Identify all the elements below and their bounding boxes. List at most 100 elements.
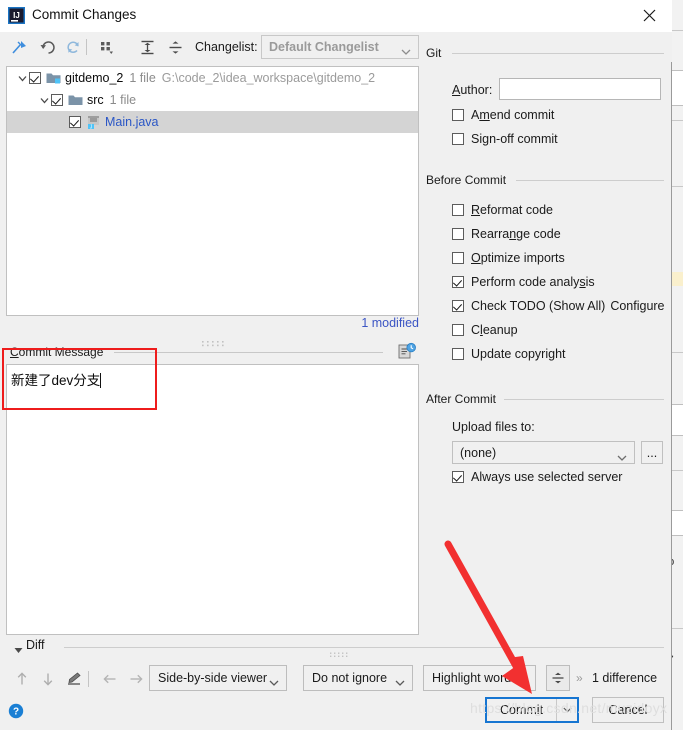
sign-off-commit-checkbox-row[interactable]: Sign-off commit — [452, 132, 558, 146]
upload-server-select[interactable]: (none) — [452, 441, 635, 464]
group-by-icon[interactable] — [98, 38, 116, 56]
chevron-down-icon — [617, 451, 627, 465]
check-todo-checkbox[interactable] — [452, 300, 464, 312]
rearrange-code-label: Rearrange code — [471, 227, 561, 241]
configure-link[interactable]: Configure — [610, 299, 664, 313]
chevron-down-icon[interactable] — [37, 96, 51, 105]
table-row[interactable]: gitdemo_2 1 file G:\code_2\idea_workspac… — [7, 67, 418, 89]
svg-text:?: ? — [13, 707, 19, 718]
diff-viewer-value: Side-by-side viewer — [158, 671, 268, 685]
next-file-icon[interactable] — [126, 669, 146, 689]
amend-commit-checkbox[interactable] — [452, 109, 464, 121]
diff-ignore-value: Do not ignore — [312, 671, 388, 685]
commit-message-label-mnemonic: C — [10, 345, 19, 359]
reformat-code-checkbox[interactable] — [452, 204, 464, 216]
cancel-button-label: Cancel — [608, 703, 648, 717]
update-copyright-checkbox[interactable] — [452, 348, 464, 360]
upload-server-value: (none) — [460, 446, 497, 460]
triangle-down-icon[interactable] — [14, 643, 23, 657]
commit-message-text: 新建了dev分支 — [11, 373, 101, 388]
cancel-button[interactable]: Cancel — [592, 697, 664, 723]
collapse-unchanged-icon[interactable] — [546, 665, 570, 691]
author-field[interactable] — [499, 78, 661, 100]
commit-message-value: 新建了dev分支 — [11, 369, 102, 389]
commit-history-icon[interactable] — [397, 342, 417, 362]
diff-toolbar-separator — [88, 671, 89, 687]
chevron-down-icon — [518, 676, 528, 690]
tree-node-label: Main.java — [105, 115, 159, 129]
revert-icon[interactable] — [38, 38, 56, 56]
table-row[interactable]: src 1 file — [7, 89, 418, 111]
commit-message-input[interactable]: 新建了dev分支 — [6, 364, 419, 635]
optimize-imports-checkbox[interactable] — [452, 252, 464, 264]
git-section-rule — [452, 53, 664, 54]
diff-splitter-handle[interactable] — [330, 647, 348, 657]
next-difference-icon[interactable] — [38, 669, 58, 689]
diff-highlight-select[interactable]: Highlight words — [423, 665, 536, 691]
changed-files-tree[interactable]: gitdemo_2 1 file G:\code_2\idea_workspac… — [6, 66, 419, 316]
collapse-all-icon[interactable] — [166, 38, 184, 56]
rearrange-code-checkbox[interactable] — [452, 228, 464, 240]
commit-button-label: Commit — [499, 703, 544, 717]
after-commit-section-rule — [504, 399, 664, 400]
close-button[interactable] — [626, 0, 672, 31]
difference-count: 1 difference — [592, 671, 658, 685]
check-todo-label: Check TODO (Show All) — [471, 299, 606, 313]
previous-difference-icon[interactable] — [12, 669, 32, 689]
row-checkbox[interactable] — [69, 116, 81, 128]
move-to-changelist-icon[interactable] — [10, 38, 28, 56]
row-checkbox[interactable] — [29, 72, 41, 84]
java-file-icon: J — [86, 115, 101, 130]
diff-ignore-select[interactable]: Do not ignore — [303, 665, 413, 691]
chevron-down-icon — [269, 676, 279, 690]
tree-node-filecount: 1 file — [129, 71, 156, 85]
always-use-server-checkbox[interactable] — [452, 471, 464, 483]
cleanup-label: Cleanup — [471, 323, 518, 337]
dialog-title: Commit Changes — [32, 7, 137, 22]
perform-code-analysis-checkbox-row[interactable]: Perform code analysis — [452, 275, 595, 289]
amend-commit-label: Amend commit — [471, 108, 555, 122]
intellij-idea-icon: IJ — [8, 7, 25, 24]
cleanup-checkbox-row[interactable]: Cleanup — [452, 323, 518, 337]
expand-all-icon[interactable] — [138, 38, 156, 56]
always-use-server-label: Always use selected server — [471, 470, 623, 484]
table-row[interactable]: J Main.java — [7, 111, 418, 133]
before-commit-section-title: Before Commit — [426, 173, 507, 187]
cleanup-checkbox[interactable] — [452, 324, 464, 336]
check-todo-checkbox-row[interactable]: Check TODO (Show All) Configure — [452, 299, 665, 313]
always-use-server-checkbox-row[interactable]: Always use selected server — [452, 470, 622, 484]
git-section-title: Git — [426, 46, 442, 60]
optimize-imports-checkbox-row[interactable]: Optimize imports — [452, 251, 565, 265]
commit-message-label: Commit Message — [10, 345, 108, 359]
update-copyright-label: Update copyright — [471, 347, 566, 361]
toolbar-overflow-icon[interactable]: » — [576, 671, 583, 685]
refresh-icon[interactable] — [64, 38, 82, 56]
perform-code-analysis-checkbox[interactable] — [452, 276, 464, 288]
toolbar-separator — [86, 39, 87, 55]
previous-file-icon[interactable] — [100, 669, 120, 689]
svg-text:IJ: IJ — [13, 11, 20, 20]
text-caret — [100, 373, 102, 388]
chevron-down-icon[interactable] — [557, 707, 577, 713]
tree-splitter-handle[interactable] — [202, 336, 224, 347]
update-copyright-checkbox-row[interactable]: Update copyright — [452, 347, 566, 361]
help-icon[interactable]: ? — [8, 703, 24, 719]
diff-highlight-value: Highlight words — [432, 671, 518, 685]
changelist-label: Changelist: — [195, 40, 258, 54]
rearrange-code-checkbox-row[interactable]: Rearrange code — [452, 227, 561, 241]
diff-viewer-select[interactable]: Side-by-side viewer — [149, 665, 287, 691]
commit-button[interactable]: Commit — [485, 697, 579, 723]
browse-server-button[interactable]: ... — [641, 441, 663, 464]
row-checkbox[interactable] — [51, 94, 63, 106]
edit-source-icon[interactable] — [64, 669, 84, 689]
changelist-label-text: Changelist: — [195, 40, 258, 54]
chevron-down-icon — [395, 676, 405, 690]
reformat-code-checkbox-row[interactable]: Reformat code — [452, 203, 553, 217]
author-label: Author: — [452, 83, 492, 97]
changelist-value: Default Changelist — [269, 40, 379, 54]
sign-off-commit-label: Sign-off commit — [471, 132, 558, 146]
changelist-select[interactable]: Default Changelist — [261, 35, 419, 59]
sign-off-commit-checkbox[interactable] — [452, 133, 464, 145]
chevron-down-icon[interactable] — [15, 74, 29, 83]
amend-commit-checkbox-row[interactable]: Amend commit — [452, 108, 554, 122]
